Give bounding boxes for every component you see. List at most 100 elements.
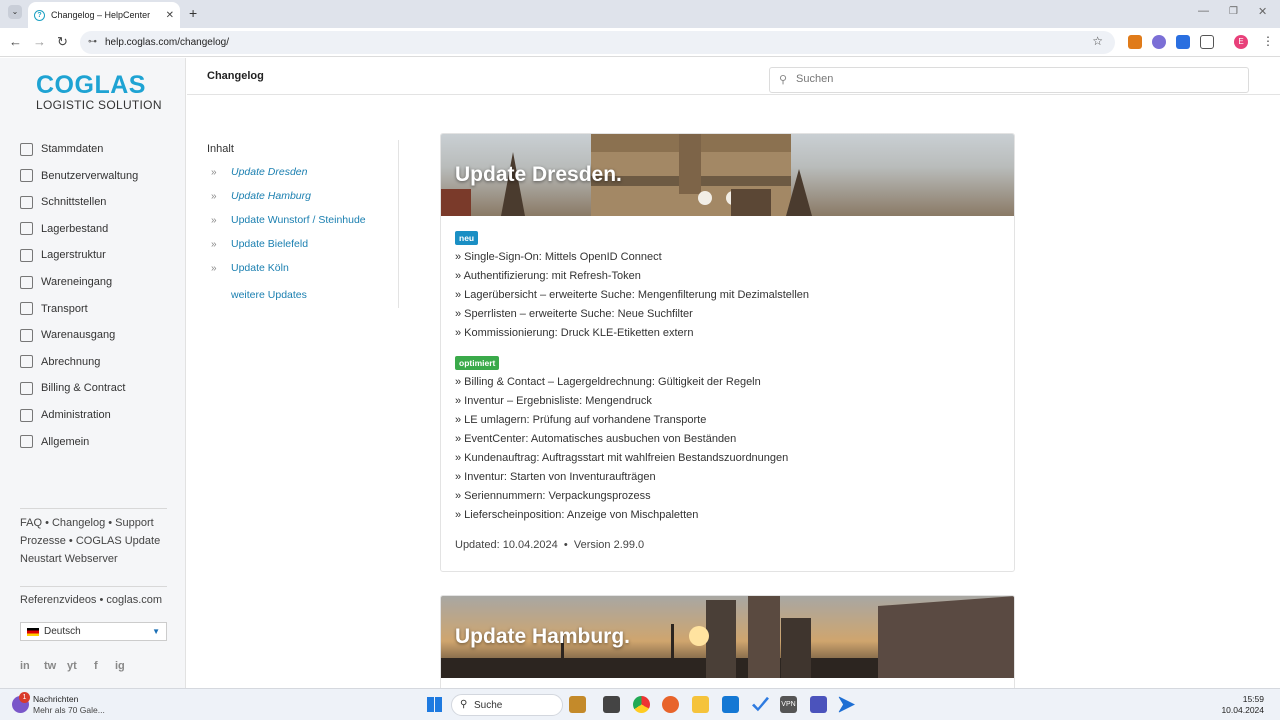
news-subtitle[interactable]: Mehr als 70 Gale... xyxy=(33,705,105,715)
referenzvideos-link[interactable]: Referenzvideos xyxy=(20,594,96,606)
extension-gear-icon[interactable] xyxy=(1152,35,1166,49)
new-tab-button[interactable]: + xyxy=(189,5,197,21)
news-title[interactable]: Nachrichten xyxy=(33,694,78,704)
toc-item-wunstorf[interactable]: » Update Wunstorf / Steinhude xyxy=(211,214,366,226)
page-header: Changelog ⚲ xyxy=(187,58,1280,95)
chevron-down-icon: ▼ xyxy=(152,627,160,636)
chrome-icon[interactable] xyxy=(633,696,650,713)
extensions-puzzle-icon[interactable] xyxy=(1200,35,1214,49)
sidebar-extra-links: Referenzvideos • coglas.com xyxy=(20,594,163,606)
prozesse-link[interactable]: Prozesse xyxy=(20,535,66,547)
changelog-entry: » Single-Sign-On: Mittels OpenID Connect xyxy=(455,251,662,263)
sidebar-item-label: Schnittstellen xyxy=(41,196,107,209)
changelog-link[interactable]: Changelog xyxy=(52,517,105,529)
url-field[interactable]: ⊶ help.coglas.com/changelog/ ☆ xyxy=(80,31,1115,54)
changelog-entry: » EventCenter: Automatisches ausbuchen v… xyxy=(455,433,737,445)
changelog-entry: » Authentifizierung: mit Refresh-Token xyxy=(455,270,641,282)
teams-icon[interactable] xyxy=(810,696,827,713)
update-card-dresden: Update Dresden. neu » Single-Sign-On: Mi… xyxy=(440,133,1015,572)
support-link[interactable]: Support xyxy=(115,517,154,529)
outlook-icon[interactable] xyxy=(722,696,739,713)
forward-icon[interactable]: → xyxy=(33,34,46,49)
invoice-icon xyxy=(20,355,33,369)
contract-icon xyxy=(20,381,33,395)
extension-blue-icon[interactable] xyxy=(1176,35,1190,49)
reload-icon[interactable]: ↻ xyxy=(57,34,68,50)
instagram-icon[interactable]: ig xyxy=(115,660,125,672)
sidebar-item-warenausgang[interactable]: Warenausgang xyxy=(20,325,115,345)
faq-link[interactable]: FAQ xyxy=(20,517,42,529)
coglas-com-link[interactable]: coglas.com xyxy=(106,594,162,606)
update-card-hamburg: Update Hamburg. xyxy=(440,595,1015,695)
twitter-icon[interactable]: tw xyxy=(44,660,56,672)
neustart-webserver-link[interactable]: Neustart Webserver xyxy=(20,553,118,565)
browser-menu-icon[interactable]: ⋮ xyxy=(1262,34,1274,48)
taskbar-search[interactable]: ⚲ Suche xyxy=(451,694,563,716)
language-select[interactable]: Deutsch ▼ xyxy=(20,622,167,641)
warehouse-icon xyxy=(20,248,33,262)
chevrons-right-icon: » xyxy=(211,262,217,274)
toc-item-label: Update Wunstorf / Steinhude xyxy=(231,214,366,226)
restore-icon[interactable]: ❐ xyxy=(1229,6,1238,17)
task-view-icon[interactable] xyxy=(603,696,620,713)
toc-item-bielefeld[interactable]: » Update Bielefeld xyxy=(211,238,308,250)
browser-tab[interactable]: ? Changelog – HelpCenter ✕ xyxy=(28,2,180,28)
chevrons-right-icon: » xyxy=(211,214,217,226)
coglas-logo[interactable]: COGLAS LOGISTIC SOLUTION xyxy=(36,72,162,112)
sidebar-item-abrechnung[interactable]: Abrechnung xyxy=(20,352,100,372)
sidebar-item-allgemein[interactable]: Allgemein xyxy=(20,432,89,452)
close-window-icon[interactable]: ✕ xyxy=(1258,5,1267,18)
toc-item-hamburg[interactable]: » Update Hamburg xyxy=(211,190,311,202)
minimize-icon[interactable]: — xyxy=(1198,5,1209,17)
back-icon[interactable]: ← xyxy=(9,34,22,49)
document-icon xyxy=(20,142,33,156)
sidebar-item-label: Allgemein xyxy=(41,435,90,448)
firefox-icon[interactable] xyxy=(662,696,679,713)
youtube-icon[interactable]: yt xyxy=(67,660,77,672)
truck-out-icon xyxy=(20,328,33,342)
sidebar-item-schnittstellen[interactable]: Schnittstellen xyxy=(20,192,106,212)
sidebar-item-label: Transport xyxy=(41,302,88,315)
badge-new: neu xyxy=(455,231,479,245)
toc-item-dresden[interactable]: » Update Dresden xyxy=(211,166,307,178)
coglas-update-link[interactable]: COGLAS Update xyxy=(76,535,160,547)
profile-avatar-icon[interactable]: E xyxy=(1234,35,1248,49)
sidebar-item-administration[interactable]: Administration xyxy=(20,405,111,425)
weitere-updates-link[interactable]: weitere Updates xyxy=(231,289,307,301)
changelog-entry: » Lieferscheinposition: Anzeige von Misc… xyxy=(455,509,699,521)
site-info-icon[interactable]: ⊶ xyxy=(88,36,97,47)
changelog-entry: » Kommissionierung: Druck KLE-Etiketten … xyxy=(455,327,694,339)
sidebar-item-lagerstruktur[interactable]: Lagerstruktur xyxy=(20,245,106,265)
search-box[interactable]: ⚲ xyxy=(769,67,1249,93)
update-body: neu » Single-Sign-On: Mittels OpenID Con… xyxy=(455,228,809,551)
close-tab-icon[interactable]: ✕ xyxy=(166,10,174,21)
folder-icon[interactable] xyxy=(692,696,709,713)
extension-orange-icon[interactable] xyxy=(1128,35,1142,49)
sidebar-item-stammdaten[interactable]: Stammdaten xyxy=(20,139,103,159)
windows-start-icon[interactable] xyxy=(427,697,442,712)
sidebar-item-benutzerverwaltung[interactable]: Benutzerverwaltung xyxy=(20,166,138,186)
sidebar-item-wareneingang[interactable]: Wareneingang xyxy=(20,272,112,292)
dresden-banner-image: Update Dresden. xyxy=(441,134,1014,216)
sidebar-item-lagerbestand[interactable]: Lagerbestand xyxy=(20,219,108,239)
file-explorer-icon[interactable] xyxy=(569,696,586,713)
sidebar-item-label: Lagerstruktur xyxy=(41,249,106,262)
sidebar-item-label: Benutzerverwaltung xyxy=(41,169,139,182)
bookmark-star-icon[interactable]: ☆ xyxy=(1092,34,1103,48)
vpn-icon[interactable]: VPN xyxy=(780,696,797,713)
toc-heading: Inhalt xyxy=(207,143,234,155)
clock[interactable]: 15:59 10.04.2024 xyxy=(1221,694,1264,716)
sidebar-item-transport[interactable]: Transport xyxy=(20,299,88,319)
admin-icon xyxy=(20,408,33,422)
toc-item-koeln[interactable]: » Update Köln xyxy=(211,262,289,274)
truck-in-icon xyxy=(20,275,33,289)
sidebar-item-billing-contract[interactable]: Billing & Contract xyxy=(20,378,125,398)
toc-item-label: Update Köln xyxy=(231,262,289,274)
tab-list-button[interactable]: ⌄ xyxy=(8,5,22,19)
changelog-entry: » Kundenauftrag: Auftragsstart mit wahlf… xyxy=(455,452,789,464)
linkedin-icon[interactable]: in xyxy=(20,660,30,672)
sidebar-item-label: Administration xyxy=(41,409,111,421)
changelog-entry: » Seriennummern: Verpackungsprozess xyxy=(455,490,651,502)
facebook-icon[interactable]: f xyxy=(94,660,98,672)
search-input[interactable] xyxy=(796,73,1236,85)
